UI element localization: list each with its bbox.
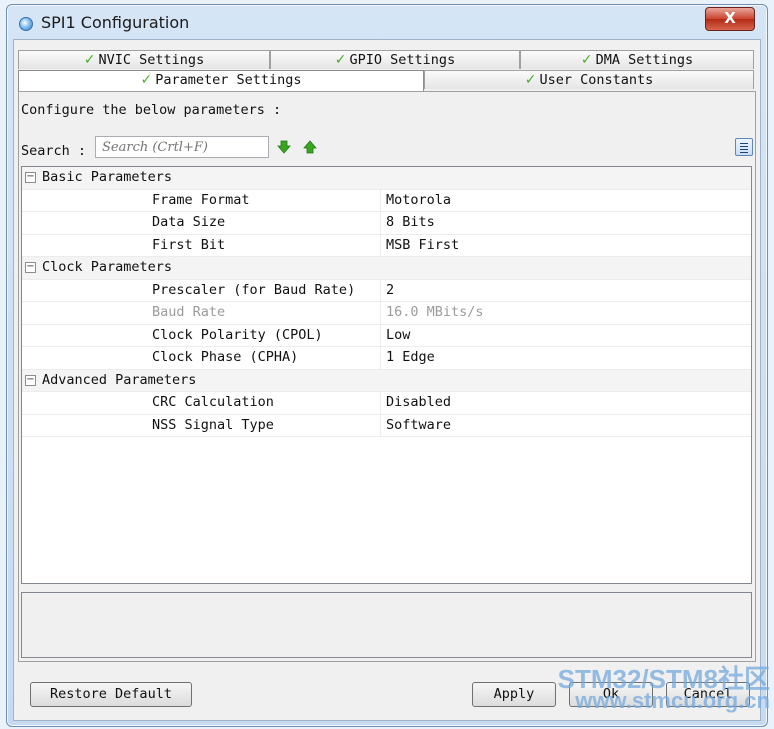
- parameter-settings-panel: Configure the below parameters : Search …: [18, 91, 756, 662]
- tab-nvic-settings[interactable]: ✓ NVIC Settings: [18, 50, 270, 69]
- search-label: Search :: [21, 143, 87, 159]
- check-icon: ✓: [524, 72, 537, 88]
- param-name: First Bit: [152, 236, 226, 253]
- panel-description: Configure the below parameters :: [21, 102, 282, 118]
- tab-row-front: ✓ Parameter Settings ✓ User Constants: [18, 70, 756, 91]
- tab-label: Parameter Settings: [155, 72, 302, 88]
- tab-label: User Constants: [539, 72, 654, 88]
- list-view-icon[interactable]: [735, 138, 753, 156]
- tab-label: NVIC Settings: [98, 52, 205, 68]
- group-title: Advanced Parameters: [42, 371, 197, 388]
- param-row-prescaler[interactable]: Prescaler (for Baud Rate) 2: [22, 279, 751, 302]
- parameter-description-box: [21, 592, 752, 658]
- param-value[interactable]: 8 Bits: [386, 214, 435, 230]
- collapse-icon[interactable]: −: [25, 172, 36, 183]
- param-name: Clock Polarity (CPOL): [152, 326, 323, 343]
- tab-row-back: ✓ NVIC Settings ✓ GPIO Settings ✓ DMA Setti…: [18, 50, 756, 70]
- param-value: 16.0 MBits/s: [386, 304, 484, 320]
- group-title: Basic Parameters: [42, 169, 173, 185]
- param-row-crc-calculation[interactable]: CRC Calculation Disabled: [22, 392, 751, 415]
- param-value[interactable]: 2: [386, 282, 394, 298]
- param-name: Prescaler (for Baud Rate): [152, 281, 356, 298]
- param-row-clock-polarity[interactable]: Clock Polarity (CPOL) Low: [22, 324, 751, 347]
- param-name: Frame Format: [152, 191, 250, 208]
- arrow-down-icon[interactable]: [277, 140, 291, 154]
- param-name: Baud Rate: [152, 304, 226, 320]
- group-advanced-parameters[interactable]: − Advanced Parameters: [22, 369, 751, 392]
- close-button[interactable]: X: [705, 7, 755, 31]
- check-icon: ✓: [83, 52, 96, 68]
- arrow-up-icon[interactable]: [303, 140, 317, 154]
- tab-label: DMA Settings: [595, 52, 694, 68]
- group-clock-parameters[interactable]: − Clock Parameters: [22, 257, 751, 280]
- ok-button[interactable]: Ok: [569, 682, 653, 707]
- title-bar[interactable]: SPI1 Configuration X: [7, 5, 767, 39]
- dialog-window: SPI1 Configuration X ✓ NVIC Settings ✓ GPI…: [6, 4, 768, 727]
- collapse-icon[interactable]: −: [25, 262, 36, 273]
- param-row-baud-rate: Baud Rate 16.0 MBits/s: [22, 302, 751, 325]
- param-row-frame-format[interactable]: Frame Format Motorola: [22, 189, 751, 212]
- group-title: Clock Parameters: [42, 259, 173, 275]
- app-icon: [19, 17, 33, 31]
- param-value[interactable]: Software: [386, 417, 451, 433]
- check-icon: ✓: [580, 52, 593, 68]
- restore-default-button[interactable]: Restore Default: [30, 682, 192, 707]
- window-title: SPI1 Configuration: [41, 13, 190, 32]
- param-value[interactable]: Motorola: [386, 192, 451, 208]
- apply-button[interactable]: Apply: [472, 682, 556, 707]
- param-value[interactable]: MSB First: [386, 237, 459, 253]
- search-input[interactable]: [95, 136, 269, 158]
- param-value[interactable]: 1 Edge: [386, 349, 435, 365]
- tab-parameter-settings[interactable]: ✓ Parameter Settings: [18, 70, 424, 91]
- tab-label: GPIO Settings: [349, 52, 456, 68]
- parameter-grid[interactable]: − Basic Parameters Frame Format Motorola…: [21, 166, 752, 584]
- dialog-client: ✓ NVIC Settings ✓ GPIO Settings ✓ DMA Setti…: [13, 39, 761, 721]
- check-icon: ✓: [140, 72, 153, 88]
- param-value[interactable]: Disabled: [386, 394, 451, 410]
- tab-gpio-settings[interactable]: ✓ GPIO Settings: [270, 50, 520, 69]
- param-row-clock-phase[interactable]: Clock Phase (CPHA) 1 Edge: [22, 347, 751, 370]
- cancel-button[interactable]: Cancel: [666, 682, 750, 707]
- param-name: Data Size: [152, 214, 226, 230]
- param-value[interactable]: Low: [386, 327, 410, 343]
- param-row-nss-signal-type[interactable]: NSS Signal Type Software: [22, 414, 751, 437]
- tab-dma-settings[interactable]: ✓ DMA Settings: [520, 50, 754, 69]
- param-name: CRC Calculation: [152, 394, 274, 410]
- param-row-first-bit[interactable]: First Bit MSB First: [22, 234, 751, 257]
- group-basic-parameters[interactable]: − Basic Parameters: [22, 167, 751, 190]
- tab-user-constants[interactable]: ✓ User Constants: [424, 70, 754, 89]
- check-icon: ✓: [334, 52, 347, 68]
- param-name: Clock Phase (CPHA): [152, 349, 299, 365]
- collapse-icon[interactable]: −: [25, 374, 36, 386]
- param-row-data-size[interactable]: Data Size 8 Bits: [22, 212, 751, 235]
- param-name: NSS Signal Type: [152, 416, 274, 433]
